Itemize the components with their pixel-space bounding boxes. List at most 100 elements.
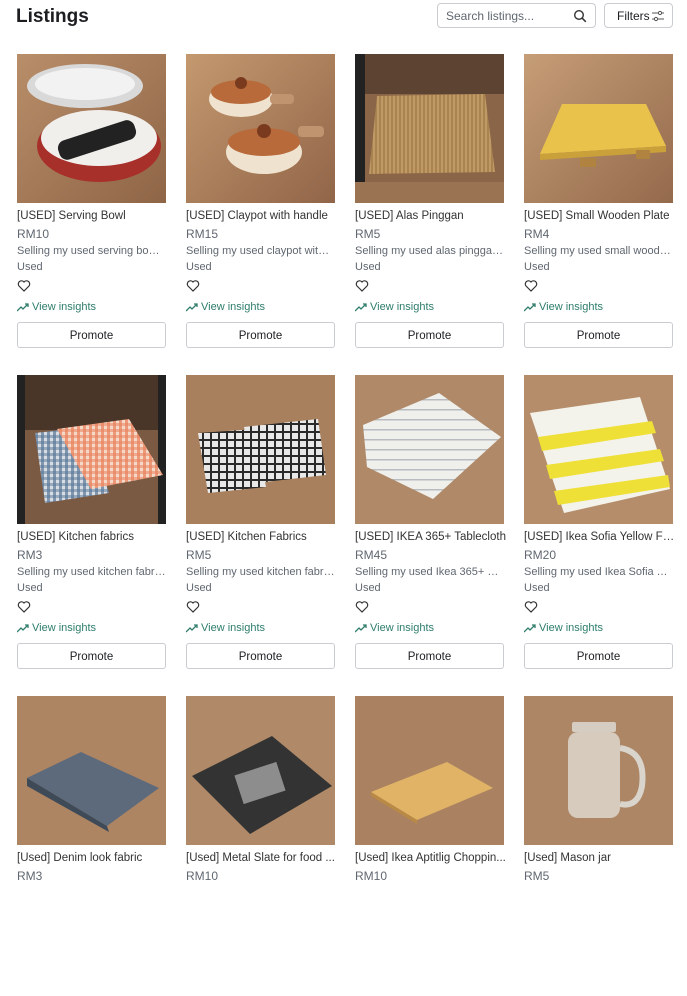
listing-photo-tablecloth[interactable] [355, 375, 504, 524]
listing-photo-denim-fabric[interactable] [17, 696, 166, 845]
trending-up-icon [524, 303, 536, 312]
trending-up-icon [17, 303, 29, 312]
heart-icon[interactable] [355, 600, 369, 614]
listing-title[interactable]: [USED] Small Wooden Plate [524, 210, 676, 222]
listing-photo-placemat[interactable] [355, 54, 504, 203]
listing-price: RM3 [17, 548, 43, 562]
view-insights-label: View insights [539, 622, 603, 634]
listing-card[interactable]: [USED] Ikea Sofia Yellow Fabric RM20 Sel… [524, 375, 676, 675]
listing-title[interactable]: [Used] Denim look fabric [17, 852, 169, 864]
view-insights-label: View insights [370, 301, 434, 313]
sliders-icon [652, 10, 664, 22]
listing-card[interactable]: [USED] Serving Bowl RM10 Selling my used… [17, 54, 166, 354]
listing-photo-claypot[interactable] [186, 54, 335, 203]
heart-icon[interactable] [524, 279, 538, 293]
listing-description: Selling my used kitchen fabric... [186, 566, 335, 578]
listing-condition: Used [355, 261, 381, 273]
listing-title[interactable]: [USED] Alas Pinggan [355, 210, 507, 222]
view-insights-label: View insights [370, 622, 434, 634]
listing-photo-mason-jar[interactable] [524, 696, 673, 845]
listing-title[interactable]: [Used] Metal Slate for food ... [186, 852, 338, 864]
search-icon[interactable] [573, 9, 587, 23]
listing-title[interactable]: [USED] Ikea Sofia Yellow Fabric [524, 531, 676, 543]
listing-card[interactable]: [USED] Claypot with handle RM15 Selling … [186, 54, 335, 354]
listing-photo-chopping-board[interactable] [355, 696, 504, 845]
listing-photo-kitchen-fabrics[interactable] [17, 375, 166, 524]
listing-photo-wooden-plate[interactable] [524, 54, 673, 203]
filters-button[interactable]: Filters [604, 3, 673, 28]
listing-condition: Used [524, 582, 550, 594]
search-input[interactable] [446, 7, 566, 24]
promote-button[interactable]: Promote [17, 643, 166, 669]
listing-price: RM5 [524, 869, 550, 883]
view-insights-label: View insights [539, 301, 603, 313]
listing-title[interactable]: [USED] Claypot with handle [186, 210, 338, 222]
heart-icon[interactable] [17, 279, 31, 293]
page-title: Listings [16, 6, 89, 27]
view-insights-label: View insights [32, 622, 96, 634]
promote-button[interactable]: Promote [17, 322, 166, 348]
promote-button[interactable]: Promote [524, 322, 673, 348]
trending-up-icon [355, 303, 367, 312]
listing-condition: Used [355, 582, 381, 594]
heart-icon[interactable] [186, 600, 200, 614]
listing-condition: Used [186, 261, 212, 273]
filters-label: Filters [617, 9, 650, 23]
listing-description: Selling my used Ikea Sofia Yell... [524, 566, 673, 578]
listing-title[interactable]: [USED] Kitchen Fabrics [186, 531, 338, 543]
listing-condition: Used [186, 582, 212, 594]
listing-price: RM10 [17, 227, 50, 241]
listing-photo-yellow-fabric[interactable] [524, 375, 673, 524]
listing-card[interactable]: [USED] IKEA 365+ Tablecloth RM45 Selling… [355, 375, 507, 675]
listing-description: Selling my used alas pinggan r... [355, 245, 504, 257]
page-header: Listings Filters [0, 0, 687, 40]
listing-price: RM45 [355, 548, 388, 562]
heart-icon[interactable] [524, 600, 538, 614]
listing-price: RM5 [355, 227, 381, 241]
listing-price: RM10 [186, 869, 219, 883]
search-box[interactable] [437, 3, 596, 28]
listing-card[interactable]: [Used] Denim look fabric RM3 [17, 696, 166, 996]
promote-button[interactable]: Promote [355, 322, 504, 348]
listing-photo-kitchen-fabrics-black[interactable] [186, 375, 335, 524]
promote-button[interactable]: Promote [355, 643, 504, 669]
listing-card[interactable]: [USED] Small Wooden Plate RM4 Selling my… [524, 54, 673, 354]
listing-description: Selling my used kitchen fabric... [17, 566, 166, 578]
promote-button[interactable]: Promote [186, 322, 335, 348]
listing-price: RM10 [355, 869, 388, 883]
listing-card[interactable]: [USED] Kitchen Fabrics RM5 Selling my us… [186, 375, 335, 675]
listing-title[interactable]: [USED] Serving Bowl [17, 210, 169, 222]
listing-card[interactable]: [USED] Kitchen fabrics RM3 Selling my us… [17, 375, 166, 675]
listing-condition: Used [17, 582, 43, 594]
listing-price: RM15 [186, 227, 219, 241]
listing-price: RM20 [524, 548, 557, 562]
trending-up-icon [186, 624, 198, 633]
listing-photo-slate[interactable] [186, 696, 335, 845]
listing-card[interactable]: [Used] Metal Slate for food ... RM10 [186, 696, 335, 996]
heart-icon[interactable] [17, 600, 31, 614]
listing-title[interactable]: [USED] Kitchen fabrics [17, 531, 169, 543]
trending-up-icon [186, 303, 198, 312]
listing-card[interactable]: [Used] Mason jar RM5 [524, 696, 673, 996]
listing-description: Selling my used small wooden... [524, 245, 673, 257]
trending-up-icon [355, 624, 367, 633]
promote-button[interactable]: Promote [186, 643, 335, 669]
heart-icon[interactable] [186, 279, 200, 293]
listing-price: RM3 [17, 869, 43, 883]
listing-description: Selling my used serving bowl, ... [17, 245, 166, 257]
listing-condition: Used [524, 261, 550, 273]
listing-title[interactable]: [Used] Ikea Aptitlig Choppin... [355, 852, 507, 864]
view-insights-label: View insights [201, 622, 265, 634]
listing-title[interactable]: [Used] Mason jar [524, 852, 676, 864]
listing-condition: Used [17, 261, 43, 273]
heart-icon[interactable] [355, 279, 369, 293]
listing-price: RM5 [186, 548, 212, 562]
listing-card[interactable]: [USED] Alas Pinggan RM5 Selling my used … [355, 54, 504, 354]
listing-title[interactable]: [USED] IKEA 365+ Tablecloth [355, 531, 507, 543]
trending-up-icon [17, 624, 29, 633]
view-insights-label: View insights [201, 301, 265, 313]
promote-button[interactable]: Promote [524, 643, 673, 669]
listing-description: Selling my used claypot with h... [186, 245, 335, 257]
listing-card[interactable]: [Used] Ikea Aptitlig Choppin... RM10 [355, 696, 507, 996]
listing-photo-serving-bowl[interactable] [17, 54, 166, 203]
